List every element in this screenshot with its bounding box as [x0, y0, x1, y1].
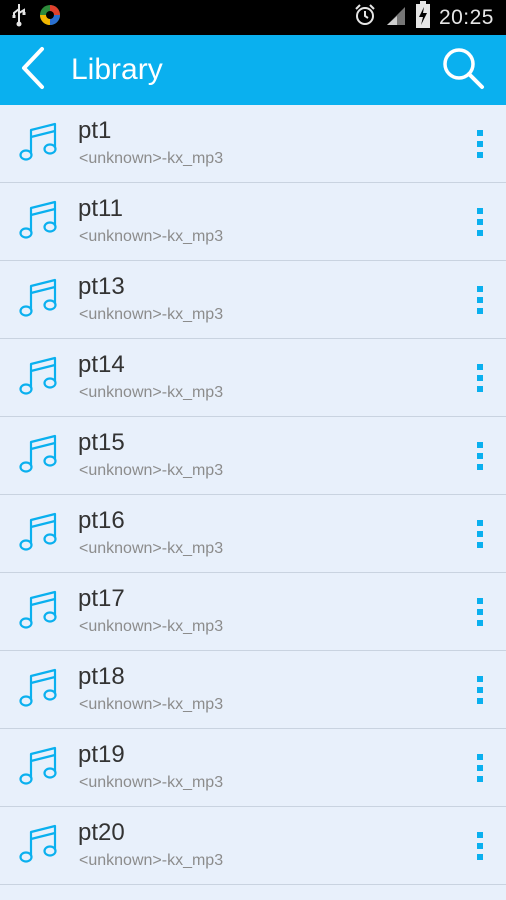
overflow-menu-button[interactable] [468, 589, 492, 633]
track-row[interactable]: pt14 <unknown>-kx_mp3 [0, 339, 506, 417]
overflow-menu-button[interactable] [468, 121, 492, 165]
overflow-menu-button[interactable] [468, 745, 492, 789]
track-subtitle: <unknown>-kx_mp3 [79, 384, 224, 401]
track-row[interactable]: pt15 <unknown>-kx_mp3 [0, 417, 506, 495]
music-note-icon [19, 355, 59, 399]
overflow-menu-button[interactable] [468, 277, 492, 321]
music-note-icon [19, 667, 59, 711]
search-icon [440, 46, 486, 95]
track-subtitle: <unknown>-kx_mp3 [79, 540, 224, 557]
track-title: pt13 [78, 273, 125, 300]
music-note-icon [19, 745, 59, 789]
track-title: pt17 [78, 585, 125, 612]
track-subtitle: <unknown>-kx_mp3 [79, 618, 224, 635]
overflow-menu-button[interactable] [468, 355, 492, 399]
track-title: pt14 [78, 351, 125, 378]
alarm-icon [353, 3, 377, 32]
track-title: pt19 [78, 741, 125, 768]
search-button[interactable] [438, 46, 488, 94]
status-time: 20:25 [438, 5, 494, 29]
track-subtitle: <unknown>-kx_mp3 [79, 774, 224, 791]
music-note-icon [19, 199, 59, 243]
track-list[interactable]: pt1 <unknown>-kx_mp3 pt11 <unknown>-kx_m… [0, 105, 506, 900]
music-note-icon [19, 589, 59, 633]
music-note-icon [19, 121, 59, 165]
track-title: pt16 [78, 507, 125, 534]
track-row[interactable]: pt18 <unknown>-kx_mp3 [0, 651, 506, 729]
overflow-menu-button[interactable] [468, 667, 492, 711]
track-title: pt1 [78, 117, 112, 144]
app-notification-icon [38, 3, 62, 32]
overflow-menu-button[interactable] [468, 511, 492, 555]
track-subtitle: <unknown>-kx_mp3 [79, 852, 224, 869]
back-button[interactable] [10, 46, 56, 95]
signal-icon [385, 3, 407, 32]
track-row[interactable]: pt20 <unknown>-kx_mp3 [0, 807, 506, 885]
track-subtitle: <unknown>-kx_mp3 [79, 228, 224, 245]
music-note-icon [19, 277, 59, 321]
track-row[interactable]: pt11 <unknown>-kx_mp3 [0, 183, 506, 261]
music-note-icon [19, 823, 59, 867]
track-row[interactable]: pt17 <unknown>-kx_mp3 [0, 573, 506, 651]
chevron-left-icon [18, 46, 48, 95]
music-note-icon [19, 433, 59, 477]
usb-icon [10, 3, 28, 32]
music-note-icon [19, 511, 59, 555]
track-row[interactable]: pt13 <unknown>-kx_mp3 [0, 261, 506, 339]
track-subtitle: <unknown>-kx_mp3 [79, 462, 224, 479]
track-row[interactable]: pt19 <unknown>-kx_mp3 [0, 729, 506, 807]
overflow-menu-button[interactable] [468, 433, 492, 477]
app-bar: Library [0, 35, 506, 105]
track-subtitle: <unknown>-kx_mp3 [79, 150, 224, 167]
track-subtitle: <unknown>-kx_mp3 [79, 696, 224, 713]
battery-charging-icon [415, 1, 431, 34]
overflow-menu-button[interactable] [468, 823, 492, 867]
status-bar: 20:25 [0, 0, 506, 35]
overflow-menu-button[interactable] [468, 199, 492, 243]
track-title: pt11 [78, 195, 123, 222]
track-row[interactable]: pt1 <unknown>-kx_mp3 [0, 105, 506, 183]
track-title: pt15 [78, 429, 125, 456]
track-row[interactable]: pt16 <unknown>-kx_mp3 [0, 495, 506, 573]
track-title: pt20 [78, 819, 125, 846]
track-title: pt18 [78, 663, 125, 690]
page-title: Library [71, 53, 163, 86]
track-subtitle: <unknown>-kx_mp3 [79, 306, 224, 323]
